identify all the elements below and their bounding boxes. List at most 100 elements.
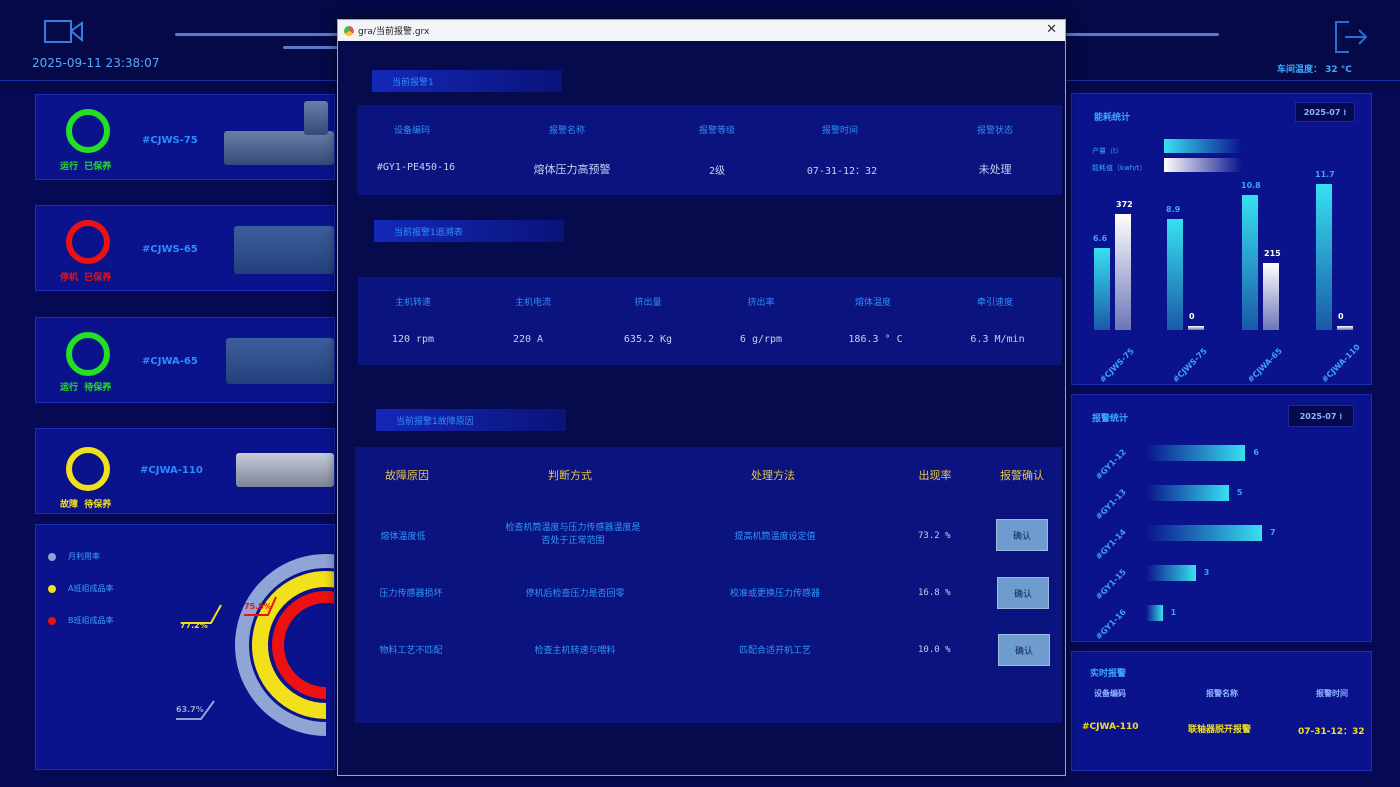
energy-panel: 能耗统计 2025-07 ⁞ 产量（t） 能耗值（kwh/t） 6.6 372 #C… bbox=[1071, 93, 1372, 385]
panel-title: 能耗统计 bbox=[1094, 113, 1131, 123]
column-header: 报警等级 bbox=[698, 126, 735, 136]
donut-arcs bbox=[235, 554, 334, 736]
modal-title: gra/当前报警.grx bbox=[358, 27, 430, 37]
fault-cause: 熔体温度低 bbox=[380, 532, 426, 542]
column-header: 判断方式 bbox=[548, 469, 592, 482]
status-text: 停机 已保养 bbox=[60, 273, 112, 283]
fault-rate: 73.2 % bbox=[918, 531, 951, 541]
column-header: 故障原因 bbox=[385, 469, 429, 482]
energy-value-label: 0 bbox=[1338, 312, 1344, 321]
device-code: #CJWS-75 bbox=[142, 135, 198, 146]
fault-judge: 检查主机转速与喂料 bbox=[534, 646, 616, 656]
workshop-temperature: 车间温度： 32 °C bbox=[1277, 65, 1352, 75]
alarm-value-label: 1 bbox=[1170, 608, 1177, 617]
table-cell: 07-31-12：32 bbox=[806, 166, 878, 177]
fault-cause-table: 故障原因 判断方式 处理方法 出现率 报警确认 熔体温度低 检查机筒温度与压力传… bbox=[355, 447, 1062, 723]
video-icon[interactable] bbox=[44, 19, 84, 45]
header-datetime: 2025-09-11 23:38:07 bbox=[32, 56, 160, 70]
alarm-value-label: 3 bbox=[1203, 568, 1210, 577]
energy-bar-output bbox=[1316, 183, 1332, 330]
utilization-panel: 月利用率 A班组成品率 B班组成品率 77.2% 75.8% 63.7% bbox=[35, 524, 335, 770]
alarm-bar bbox=[1146, 565, 1196, 581]
alarm-category-label: #GY1-15 bbox=[1094, 567, 1128, 602]
device-card[interactable]: 停机 已保养 #CJWS-65 bbox=[35, 205, 335, 291]
close-icon[interactable]: ✕ bbox=[1046, 22, 1057, 37]
donut-arc bbox=[272, 591, 334, 699]
energy-value-label: 6.6 bbox=[1093, 233, 1108, 243]
alarm-table: 设备编码 报警名称 报警等级 报警时间 报警状态 #GY1-PE450-16 熔… bbox=[357, 105, 1062, 195]
alarm-bar bbox=[1146, 445, 1246, 461]
column-header: 报警时间 bbox=[821, 126, 858, 136]
table-cell: 未处理 bbox=[978, 163, 1012, 176]
date-picker[interactable]: 2025-07 ⁞ bbox=[1288, 405, 1354, 427]
energy-category-label: #CJWA-65 bbox=[1246, 346, 1284, 385]
column-header: 处理方法 bbox=[751, 469, 795, 482]
machine-image bbox=[226, 338, 334, 384]
header-line-right bbox=[1066, 33, 1219, 36]
column-header: 主机转速 bbox=[394, 298, 431, 308]
device-code: #CJWA-110 bbox=[140, 465, 203, 476]
column-header: 报警名称 bbox=[548, 126, 585, 136]
device-card[interactable]: 运行 待保养 #CJWA-65 bbox=[35, 317, 335, 403]
machine-image bbox=[236, 453, 334, 487]
fault-method: 匹配合适开机工艺 bbox=[738, 646, 811, 656]
status-text: 运行 待保养 bbox=[60, 383, 112, 393]
trace-table: 主机转速 主机电流 挤出量 挤出率 熔体温度 牵引速度 120 rpm 220 … bbox=[358, 277, 1062, 365]
fault-method: 校准或更换压力传感器 bbox=[729, 589, 820, 599]
table-cell: #GY1-PE450-16 bbox=[376, 162, 456, 173]
status-ring bbox=[66, 109, 110, 153]
date-picker[interactable]: 2025-07 ⁞ bbox=[1295, 102, 1355, 122]
confirm-button[interactable]: 确认 bbox=[996, 519, 1048, 551]
alarm-category-label: #GY1-16 bbox=[1094, 607, 1128, 642]
table-cell: 220 A bbox=[512, 334, 544, 345]
energy-bar-output bbox=[1167, 218, 1183, 330]
status-ring bbox=[66, 332, 110, 376]
alarm-category-label: #GY1-12 bbox=[1094, 447, 1128, 482]
alarm-category-label: #GY1-14 bbox=[1094, 527, 1128, 562]
column-header: 挤出率 bbox=[747, 298, 775, 308]
modal-titlebar[interactable]: gra/当前报警.grx ✕ bbox=[338, 20, 1065, 41]
alarm-value-label: 7 bbox=[1270, 528, 1276, 537]
device-card[interactable]: 运行 已保养 #CJWS-75 bbox=[35, 94, 335, 180]
confirm-button[interactable]: 确认 bbox=[998, 634, 1050, 666]
energy-bar-output bbox=[1094, 247, 1110, 330]
column-header: 报警名称 bbox=[1206, 689, 1238, 698]
table-cell: 熔体压力高预警 bbox=[533, 163, 611, 176]
energy-bar-output bbox=[1242, 195, 1258, 330]
confirm-button[interactable]: 确认 bbox=[997, 577, 1049, 609]
column-header: 挤出量 bbox=[634, 298, 662, 308]
energy-value-label: 11.7 bbox=[1315, 169, 1335, 179]
energy-value-label: 0 bbox=[1189, 312, 1195, 321]
column-header: 报警状态 bbox=[976, 126, 1013, 136]
machine-image bbox=[234, 226, 334, 274]
table-cell: 6.3 M/min bbox=[970, 334, 1025, 345]
alarm-bar bbox=[1146, 605, 1163, 621]
legend-bar bbox=[1164, 158, 1242, 172]
energy-value-label: 8.9 bbox=[1166, 204, 1181, 214]
alarm-bar bbox=[1146, 485, 1229, 501]
energy-bar-consumption bbox=[1188, 326, 1204, 330]
table-cell: 6 g/rpm bbox=[739, 334, 783, 345]
header-line-left-2 bbox=[283, 46, 340, 49]
alarm-category-label: #GY1-13 bbox=[1094, 487, 1128, 522]
alarm-time: 07-31-12：32 bbox=[1298, 727, 1365, 737]
column-header: 出现率 bbox=[918, 469, 952, 482]
column-header: 主机电流 bbox=[514, 298, 551, 308]
donut-value-label: 63.7% bbox=[176, 705, 204, 714]
column-header: 熔体温度 bbox=[854, 298, 891, 308]
fault-rate: 16.8 % bbox=[918, 588, 951, 598]
panel-title: 报警统计 bbox=[1092, 414, 1129, 424]
table-cell: 2级 bbox=[708, 166, 726, 177]
table-cell: 120 rpm bbox=[391, 334, 435, 345]
column-header: 设备编码 bbox=[393, 126, 430, 136]
status-ring bbox=[66, 220, 110, 264]
energy-category-label: #CJWS-75 bbox=[1171, 346, 1209, 385]
alarm-modal: gra/当前报警.grx ✕ 当前报警1 设备编码 报警名称 报警等级 报警时间… bbox=[337, 19, 1066, 776]
logout-icon[interactable] bbox=[1333, 20, 1369, 54]
device-card[interactable]: 故障 待保养 #CJWA-110 bbox=[35, 428, 335, 514]
section-label: 当前报警1故障原因 bbox=[376, 409, 566, 431]
donut-value-label: 75.8% bbox=[244, 602, 272, 611]
legend-label: 产量（t） bbox=[1092, 147, 1123, 155]
app-icon bbox=[344, 25, 354, 36]
legend-label: 能耗值（kwh/t） bbox=[1092, 164, 1147, 172]
